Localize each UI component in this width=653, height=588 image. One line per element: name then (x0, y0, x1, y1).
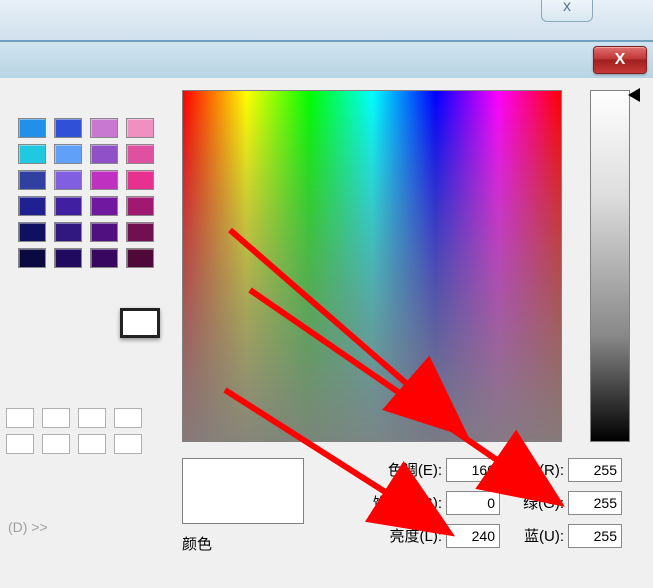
color-swatch[interactable] (54, 144, 82, 164)
color-preview (182, 458, 304, 524)
custom-colors-grid (6, 408, 142, 454)
hue-sat-picker[interactable]: + (182, 90, 562, 442)
lum-input[interactable] (446, 524, 500, 548)
luminosity-slider[interactable] (590, 90, 630, 442)
color-swatch[interactable] (18, 222, 46, 242)
color-swatch[interactable] (90, 170, 118, 190)
sat-label: 饱和度(S): (358, 492, 442, 513)
color-swatch[interactable] (126, 196, 154, 216)
red-label: 红(R): (512, 459, 564, 480)
custom-color-swatch[interactable] (6, 434, 34, 454)
define-custom-colors-button[interactable]: (D) >> (0, 515, 56, 539)
color-swatch[interactable] (126, 170, 154, 190)
green-label: 绿(G): (512, 492, 564, 513)
dialog-body: (D) >> + 颜色 色调(E): 红(R): 饱和度(S): 绿(G): (0, 78, 653, 588)
dialog-titlebar[interactable]: X (0, 42, 653, 79)
custom-color-swatch[interactable] (78, 408, 106, 428)
color-swatch[interactable] (90, 248, 118, 268)
custom-color-swatch[interactable] (78, 434, 106, 454)
gradient-canvas (183, 91, 561, 441)
color-swatch[interactable] (18, 248, 46, 268)
color-swatch[interactable] (126, 248, 154, 268)
color-section-label: 颜色 (182, 533, 212, 554)
blue-label: 蓝(U): (512, 525, 564, 546)
row-hue-red: 色调(E): 红(R): (358, 456, 622, 483)
close-icon: X (615, 51, 626, 69)
color-swatch[interactable] (90, 222, 118, 242)
close-icon: x (563, 0, 571, 16)
color-swatch[interactable] (54, 196, 82, 216)
color-swatch[interactable] (18, 170, 46, 190)
outer-titlebar: x (0, 0, 653, 41)
dialog-close-button[interactable]: X (593, 46, 647, 74)
color-swatch[interactable] (126, 144, 154, 164)
color-swatch[interactable] (18, 118, 46, 138)
hue-label: 色调(E): (358, 459, 442, 480)
selected-swatch[interactable] (120, 308, 160, 338)
color-swatch[interactable] (18, 196, 46, 216)
custom-color-swatch[interactable] (114, 408, 142, 428)
basic-colors-grid (18, 118, 154, 268)
custom-color-swatch[interactable] (42, 434, 70, 454)
luminosity-arrow-icon (628, 88, 640, 102)
outer-close-button[interactable]: x (541, 0, 593, 22)
color-swatch[interactable] (90, 196, 118, 216)
color-swatch[interactable] (54, 118, 82, 138)
custom-color-swatch[interactable] (114, 434, 142, 454)
color-swatch[interactable] (90, 118, 118, 138)
green-input[interactable] (568, 491, 622, 515)
hue-input[interactable] (446, 458, 500, 482)
sat-input[interactable] (446, 491, 500, 515)
color-swatch[interactable] (18, 144, 46, 164)
row-lum-blue: 亮度(L): 蓝(U): (358, 522, 622, 549)
color-swatch[interactable] (54, 222, 82, 242)
color-swatch[interactable] (90, 144, 118, 164)
color-swatch[interactable] (54, 170, 82, 190)
blue-input[interactable] (568, 524, 622, 548)
color-swatch[interactable] (126, 118, 154, 138)
lum-label: 亮度(L): (358, 525, 442, 546)
row-sat-green: 饱和度(S): 绿(G): (358, 489, 622, 516)
custom-color-swatch[interactable] (42, 408, 70, 428)
red-input[interactable] (568, 458, 622, 482)
numeric-fields: 色调(E): 红(R): 饱和度(S): 绿(G): 亮度(L): 蓝(U): (358, 456, 622, 555)
color-swatch[interactable] (126, 222, 154, 242)
color-dialog: X (D) >> + 颜色 色调(E): 红(R): (0, 40, 653, 588)
color-swatch[interactable] (54, 248, 82, 268)
custom-color-swatch[interactable] (6, 408, 34, 428)
